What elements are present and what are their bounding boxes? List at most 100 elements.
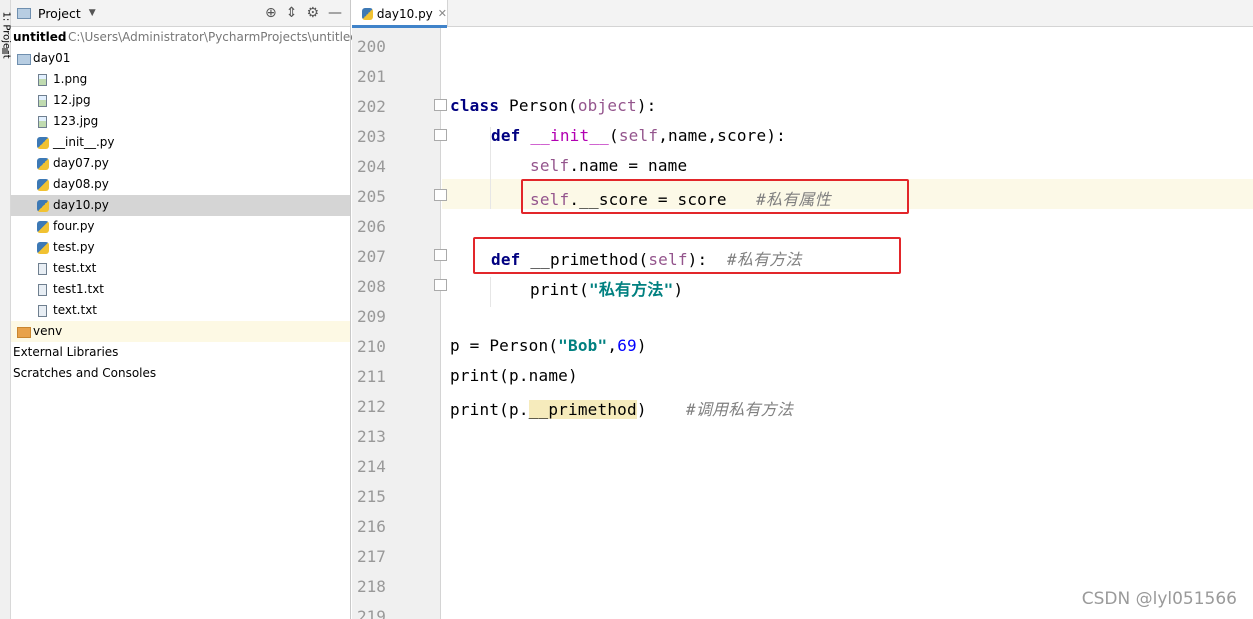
code-text: print(p. bbox=[450, 400, 529, 419]
tree-item-label: test.py bbox=[53, 240, 95, 254]
tree-item-label: 123.jpg bbox=[53, 114, 99, 128]
tree-item-four-py[interactable]: four.py bbox=[11, 216, 350, 237]
collapse-all-icon[interactable]: ⇕ bbox=[286, 5, 298, 21]
text-file-icon bbox=[38, 263, 47, 275]
code-line-212: print(p.__primethod) #调用私有方法 bbox=[450, 396, 793, 420]
tab-day10-py[interactable]: day10.py ✕ bbox=[352, 0, 448, 28]
tree-item-text-txt[interactable]: text.txt bbox=[11, 300, 350, 321]
code-line-202: class Person(object): bbox=[450, 96, 657, 115]
python-file-icon bbox=[37, 200, 49, 212]
tree-item-label: day01 bbox=[33, 51, 71, 65]
code-line-203: def __init__(self,name,score): bbox=[491, 126, 786, 145]
tree-item-label: Scratches and Consoles bbox=[13, 366, 157, 380]
tree-item-day01[interactable]: day01 bbox=[11, 48, 350, 69]
string-literal: "Bob" bbox=[558, 336, 608, 355]
python-file-icon bbox=[37, 221, 49, 233]
gear-icon[interactable]: ⚙ bbox=[306, 5, 319, 21]
tree-item-label: day07.py bbox=[53, 156, 109, 170]
image-file-icon bbox=[38, 95, 47, 107]
tree-item-scratches[interactable]: Scratches and Consoles bbox=[11, 363, 350, 384]
root-name: untitled bbox=[13, 30, 67, 44]
folder-icon bbox=[17, 54, 31, 65]
editor-tab-bar: day10.py ✕ bbox=[352, 0, 1253, 28]
code-text: ): bbox=[636, 96, 657, 115]
code-text: ,name,score): bbox=[658, 126, 787, 145]
line-number: 212 bbox=[357, 397, 386, 416]
tree-item-label: venv bbox=[33, 324, 63, 338]
line-number: 214 bbox=[357, 457, 386, 476]
root-path: C:\Users\Administrator\PycharmProjects\u… bbox=[68, 30, 358, 44]
locate-icon[interactable]: ⊕ bbox=[265, 5, 277, 21]
line-number: 206 bbox=[357, 217, 386, 236]
line-number: 213 bbox=[357, 427, 386, 446]
code-text: print( bbox=[530, 280, 589, 299]
tool-window-strip: 1: Project bbox=[0, 0, 12, 619]
magic-method: __init__ bbox=[520, 126, 609, 145]
line-number: 219 bbox=[357, 607, 386, 619]
tree-item-1-png[interactable]: 1.png bbox=[11, 69, 350, 90]
line-number-gutter: 200 201 202 203 204 205 206 207 208 209 … bbox=[352, 28, 447, 619]
tree-item-test-txt[interactable]: test.txt bbox=[11, 258, 350, 279]
tree-item-label: test.txt bbox=[53, 261, 97, 275]
fold-marker-icon[interactable] bbox=[434, 249, 447, 261]
tab-label: day10.py bbox=[376, 6, 433, 21]
tree-item-12-jpg[interactable]: 12.jpg bbox=[11, 90, 350, 111]
tree-item-venv[interactable]: venv bbox=[11, 321, 350, 342]
line-number: 205 bbox=[357, 187, 386, 206]
project-tree: untitled C:\Users\Administrator\PycharmP… bbox=[11, 27, 358, 384]
line-number: 210 bbox=[357, 337, 386, 356]
fold-end-icon[interactable] bbox=[434, 279, 447, 291]
self-ref: self bbox=[530, 156, 570, 175]
tree-item-test-py[interactable]: test.py bbox=[11, 237, 350, 258]
code-text: ( bbox=[609, 126, 619, 145]
chevron-down-icon[interactable]: ▼ bbox=[89, 8, 96, 18]
tree-item-label: 1.png bbox=[53, 72, 88, 86]
fold-marker-icon[interactable] bbox=[434, 99, 447, 111]
keyword: def bbox=[491, 126, 521, 145]
fold-end-icon[interactable] bbox=[434, 189, 447, 201]
line-number: 211 bbox=[357, 367, 386, 386]
code-text: p = Person( bbox=[450, 336, 559, 355]
strip-marker bbox=[2, 48, 8, 54]
line-number: 217 bbox=[357, 547, 386, 566]
tree-item-label: text.txt bbox=[53, 303, 98, 317]
code-text: ) bbox=[636, 336, 647, 355]
tree-item-123-jpg[interactable]: 123.jpg bbox=[11, 111, 350, 132]
tree-item-label: __init__.py bbox=[53, 135, 115, 149]
text-file-icon bbox=[38, 284, 47, 296]
tree-item-day07-py[interactable]: day07.py bbox=[11, 153, 350, 174]
annotation-box-private-method bbox=[473, 237, 901, 274]
hide-icon[interactable]: — bbox=[328, 5, 342, 21]
code-text: , bbox=[607, 336, 618, 355]
project-tool-label[interactable]: 1: Project bbox=[1, 12, 12, 59]
image-file-icon bbox=[38, 74, 47, 86]
line-number: 209 bbox=[357, 307, 386, 326]
line-number: 201 bbox=[357, 67, 386, 86]
project-folder-icon bbox=[17, 7, 31, 19]
image-file-icon bbox=[38, 116, 47, 128]
tree-root[interactable]: untitled C:\Users\Administrator\PycharmP… bbox=[11, 27, 358, 48]
keyword: class bbox=[450, 96, 500, 115]
tree-item-external-libraries[interactable]: External Libraries bbox=[11, 342, 350, 363]
code-area[interactable]: 200 201 202 203 204 205 206 207 208 209 … bbox=[352, 28, 1253, 619]
indent-guide bbox=[490, 277, 491, 307]
tree-item-init-py[interactable]: __init__.py bbox=[11, 132, 350, 153]
tree-item-day08-py[interactable]: day08.py bbox=[11, 174, 350, 195]
builtin: object bbox=[577, 96, 637, 115]
line-number: 203 bbox=[357, 127, 386, 146]
number-literal: 69 bbox=[617, 336, 637, 355]
tree-item-label: 12.jpg bbox=[53, 93, 91, 107]
fold-marker-icon[interactable] bbox=[434, 129, 447, 141]
project-view-selector[interactable]: Project bbox=[38, 6, 81, 21]
excluded-folder-icon bbox=[17, 327, 31, 338]
project-panel: Project ▼ ⊕ ⇕ ⚙ — untitled C:\Users\Admi… bbox=[11, 0, 358, 619]
comment: #调用私有方法 bbox=[686, 400, 794, 419]
code-line-208: print("私有方法") bbox=[530, 276, 683, 300]
code-text: .name = name bbox=[569, 156, 688, 175]
tree-item-label: four.py bbox=[53, 219, 95, 233]
tree-item-test1-txt[interactable]: test1.txt bbox=[11, 279, 350, 300]
tree-item-label: day08.py bbox=[53, 177, 109, 191]
code-text: ) bbox=[636, 400, 687, 419]
tree-item-day10-py[interactable]: day10.py bbox=[11, 195, 350, 216]
close-icon[interactable]: ✕ bbox=[438, 7, 447, 20]
